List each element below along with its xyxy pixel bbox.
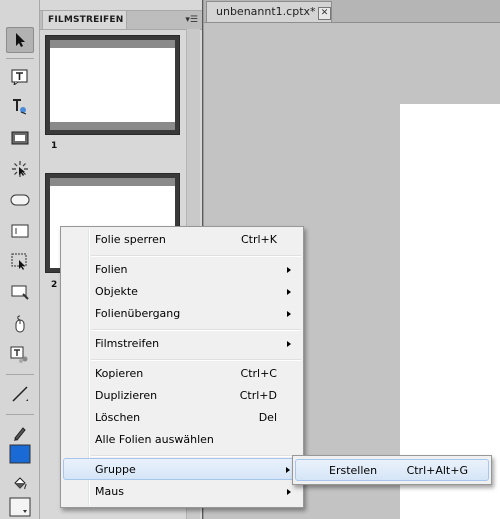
fill-color-swatch-icon[interactable] (7, 495, 33, 519)
panel-menu-icon[interactable]: ▾☰ (185, 14, 198, 26)
menu-item-label: Gruppe (95, 463, 136, 476)
selection-arrow-icon[interactable] (6, 27, 34, 53)
text-caption-icon[interactable] (7, 65, 33, 89)
menu-item-folie-sperren[interactable]: Folie sperren Ctrl+K (63, 229, 301, 251)
menu-item-label: Objekte (95, 285, 138, 298)
submenu-arrow-icon (287, 341, 291, 347)
menu-item-label: Maus (95, 485, 124, 498)
rollover-area-icon[interactable] (7, 250, 33, 274)
mouse-icon[interactable] (7, 312, 33, 336)
zoom-area-icon[interactable] (7, 281, 33, 305)
menu-item-shortcut: Ctrl+C (240, 367, 277, 380)
menu-item-folien[interactable]: Folien (63, 259, 301, 281)
document-tab[interactable]: unbenannt1.cptx* ✕ (206, 1, 332, 22)
filmstrip-tab[interactable]: FILMSTREIFEN (42, 10, 127, 29)
submenu-arrow-icon (286, 467, 290, 473)
menu-item-kopieren[interactable]: Kopieren Ctrl+C (63, 363, 301, 385)
menu-item-label: Filmstreifen (95, 337, 160, 350)
menu-item-label: Folie sperren (95, 233, 166, 246)
fill-bucket-icon[interactable] (7, 472, 33, 496)
document-tab-title: unbenannt1.cptx* (216, 5, 316, 18)
submenu-arrow-icon (287, 489, 291, 495)
slide-number: 1 (51, 141, 58, 151)
document-tab-bar: unbenannt1.cptx* ✕ (204, 0, 500, 23)
gruppe-submenu: Erstellen Ctrl+Alt+G (292, 455, 492, 485)
menu-item-label: Löschen (95, 411, 141, 424)
click-box-icon[interactable] (7, 157, 33, 181)
slide-number: 2 (51, 280, 58, 290)
menu-item-label: Duplizieren (95, 389, 158, 402)
close-icon[interactable]: ✕ (318, 7, 331, 20)
menu-item-label: Folienübergang (95, 307, 181, 320)
menu-item-label: Folien (95, 263, 128, 276)
menu-item-label: Alle Folien auswählen (95, 433, 214, 446)
menu-item-shortcut: Del (258, 411, 277, 424)
menu-item-erstellen[interactable]: Erstellen Ctrl+Alt+G (295, 459, 489, 481)
menu-item-maus[interactable]: Maus (63, 481, 301, 503)
menu-item-alle-folien-auswaehlen[interactable]: Alle Folien auswählen (63, 429, 301, 451)
line-icon[interactable] (7, 382, 33, 406)
submenu-arrow-icon (287, 267, 291, 273)
slide-thumbnail[interactable] (45, 35, 180, 135)
widget-icon[interactable] (7, 343, 33, 367)
menu-item-label: Kopieren (95, 367, 144, 380)
tools-panel (0, 0, 40, 519)
menu-item-shortcut: Ctrl+Alt+G (406, 464, 468, 477)
submenu-arrow-icon (287, 289, 291, 295)
menu-item-duplizieren[interactable]: Duplizieren Ctrl+D (63, 385, 301, 407)
highlight-box-icon[interactable] (7, 126, 33, 150)
submenu-arrow-icon (287, 311, 291, 317)
menu-item-shortcut: Ctrl+D (239, 389, 277, 402)
menu-item-label: Erstellen (329, 464, 378, 477)
menu-item-filmstreifen[interactable]: Filmstreifen (63, 333, 301, 355)
menu-item-shortcut: Ctrl+K (240, 233, 277, 246)
menu-item-objekte[interactable]: Objekte (63, 281, 301, 303)
panel-header: FILMSTREIFEN ▾☰ (40, 10, 202, 30)
context-menu: Folie sperren Ctrl+K Folien Objekte Foli… (60, 226, 304, 508)
menu-item-loeschen[interactable]: Löschen Del (63, 407, 301, 429)
text-entry-box-icon[interactable] (7, 219, 33, 243)
menu-item-gruppe[interactable]: Gruppe (63, 458, 301, 480)
button-icon[interactable] (7, 188, 33, 212)
text-animation-icon[interactable] (7, 95, 33, 119)
stroke-color-swatch-icon[interactable] (7, 442, 33, 466)
menu-item-folienuebergang[interactable]: Folienübergang (63, 303, 301, 325)
